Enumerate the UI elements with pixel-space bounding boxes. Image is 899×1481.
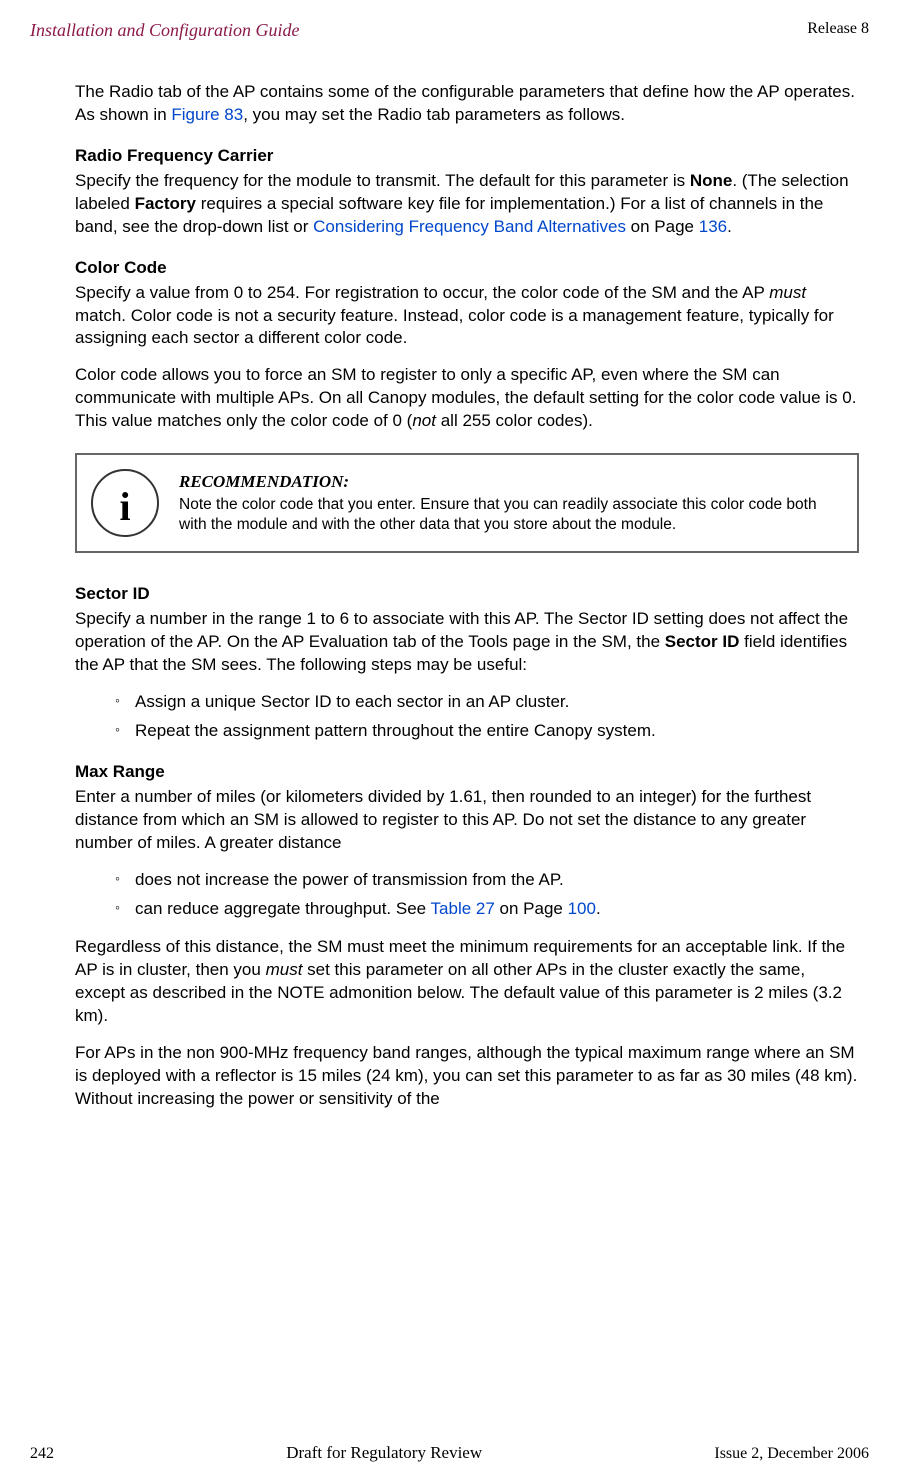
footer-center: Draft for Regulatory Review bbox=[286, 1443, 482, 1463]
sid-paragraph: Specify a number in the range 1 to 6 to … bbox=[75, 608, 859, 677]
header-release: Release 8 bbox=[807, 20, 869, 41]
text-bold: None bbox=[690, 171, 733, 190]
sid-bullet-list: Assign a unique Sector ID to each sector… bbox=[75, 691, 859, 743]
text: match. Color code is not a security feat… bbox=[75, 306, 834, 348]
page-content: The Radio tab of the AP contains some of… bbox=[75, 81, 859, 1111]
text: . bbox=[596, 899, 601, 918]
text-italic: must bbox=[769, 283, 806, 302]
text: on Page bbox=[626, 217, 699, 236]
cc-heading: Color Code bbox=[75, 257, 859, 280]
text: all 255 color codes). bbox=[436, 411, 593, 430]
list-item: Repeat the assignment pattern throughout… bbox=[115, 720, 859, 743]
text: Specify a value from 0 to 254. For regis… bbox=[75, 283, 769, 302]
header-title: Installation and Configuration Guide bbox=[30, 20, 300, 41]
text-bold: Factory bbox=[135, 194, 196, 213]
mr-bullet-list: does not increase the power of transmiss… bbox=[75, 869, 859, 921]
text: . bbox=[727, 217, 732, 236]
sid-heading: Sector ID bbox=[75, 583, 859, 606]
page-header: Installation and Configuration Guide Rel… bbox=[30, 20, 869, 41]
text-italic: must bbox=[266, 960, 303, 979]
page-ref-link[interactable]: 136 bbox=[699, 217, 727, 236]
rfc-heading: Radio Frequency Carrier bbox=[75, 145, 859, 168]
callout-text: Note the color code that you enter. Ensu… bbox=[179, 495, 843, 535]
mr-heading: Max Range bbox=[75, 761, 859, 784]
text: , you may set the Radio tab parameters a… bbox=[243, 105, 625, 124]
text-bold: Sector ID bbox=[665, 632, 740, 651]
cc-paragraph-1: Specify a value from 0 to 254. For regis… bbox=[75, 282, 859, 351]
text-italic: not bbox=[412, 411, 436, 430]
page: Installation and Configuration Guide Rel… bbox=[0, 0, 899, 1481]
mr-paragraph-1: Enter a number of miles (or kilometers d… bbox=[75, 786, 859, 855]
footer-issue: Issue 2, December 2006 bbox=[714, 1445, 869, 1463]
mr-paragraph-2: Regardless of this distance, the SM must… bbox=[75, 936, 859, 1028]
list-item: does not increase the power of transmiss… bbox=[115, 869, 859, 892]
text: Specify the frequency for the module to … bbox=[75, 171, 690, 190]
info-icon: i bbox=[91, 469, 159, 537]
callout-title: RECOMMENDATION: bbox=[179, 471, 843, 493]
page-footer: 242 Draft for Regulatory Review Issue 2,… bbox=[30, 1443, 869, 1463]
rfc-paragraph: Specify the frequency for the module to … bbox=[75, 170, 859, 239]
figure-link[interactable]: Figure 83 bbox=[171, 105, 243, 124]
cc-paragraph-2: Color code allows you to force an SM to … bbox=[75, 364, 859, 433]
mr-paragraph-3: For APs in the non 900-MHz frequency ban… bbox=[75, 1042, 859, 1111]
page-number: 242 bbox=[30, 1445, 54, 1463]
list-item: Assign a unique Sector ID to each sector… bbox=[115, 691, 859, 714]
callout-body: RECOMMENDATION: Note the color code that… bbox=[179, 471, 843, 535]
intro-paragraph: The Radio tab of the AP contains some of… bbox=[75, 81, 859, 127]
text: can reduce aggregate throughput. See bbox=[135, 899, 431, 918]
text: on Page bbox=[495, 899, 568, 918]
recommendation-callout: i RECOMMENDATION: Note the color code th… bbox=[75, 453, 859, 553]
table-link[interactable]: Table 27 bbox=[431, 899, 495, 918]
page-ref-link[interactable]: 100 bbox=[568, 899, 596, 918]
cross-ref-link[interactable]: Considering Frequency Band Alternatives bbox=[313, 217, 626, 236]
list-item: can reduce aggregate throughput. See Tab… bbox=[115, 898, 859, 921]
